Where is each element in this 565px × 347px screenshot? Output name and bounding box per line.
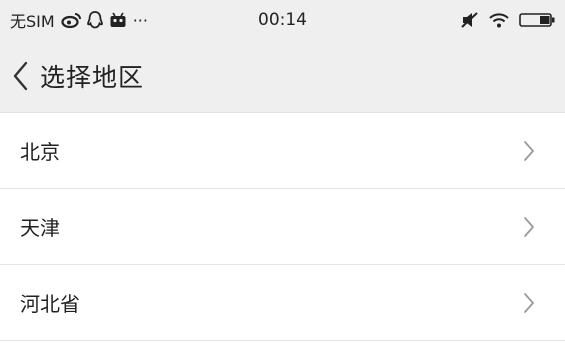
page-title: 选择地区 (40, 63, 145, 92)
wifi-icon (489, 12, 509, 28)
mute-icon (461, 12, 479, 28)
back-button[interactable] (2, 40, 40, 112)
list-item-region[interactable]: 北京 (0, 113, 565, 189)
chevron-right-icon (509, 139, 549, 163)
screen: 无SIM ··· 00:14 选择地区 北京 天津 河北省 (0, 0, 565, 347)
android-icon (109, 12, 127, 28)
region-list: 北京 天津 河北省 (0, 113, 565, 341)
chevron-right-icon (509, 215, 549, 239)
region-label: 河北省 (20, 292, 80, 316)
status-right (461, 0, 555, 40)
region-label: 北京 (20, 140, 60, 164)
battery-icon (519, 12, 555, 28)
qq-icon (86, 11, 103, 29)
weibo-icon (61, 12, 81, 28)
carrier-label: 无SIM (10, 12, 55, 31)
list-item-region[interactable]: 河北省 (0, 265, 565, 341)
nav-bar: 选择地区 (0, 40, 565, 113)
list-item-region[interactable]: 天津 (0, 189, 565, 265)
chevron-left-icon (13, 61, 28, 91)
status-bar: 无SIM ··· 00:14 (0, 0, 565, 40)
status-time: 00:14 (258, 10, 307, 30)
chevron-right-icon (509, 291, 549, 315)
region-label: 天津 (20, 216, 60, 240)
status-left: 无SIM ··· (0, 8, 148, 32)
overflow-dots: ··· (132, 10, 148, 30)
